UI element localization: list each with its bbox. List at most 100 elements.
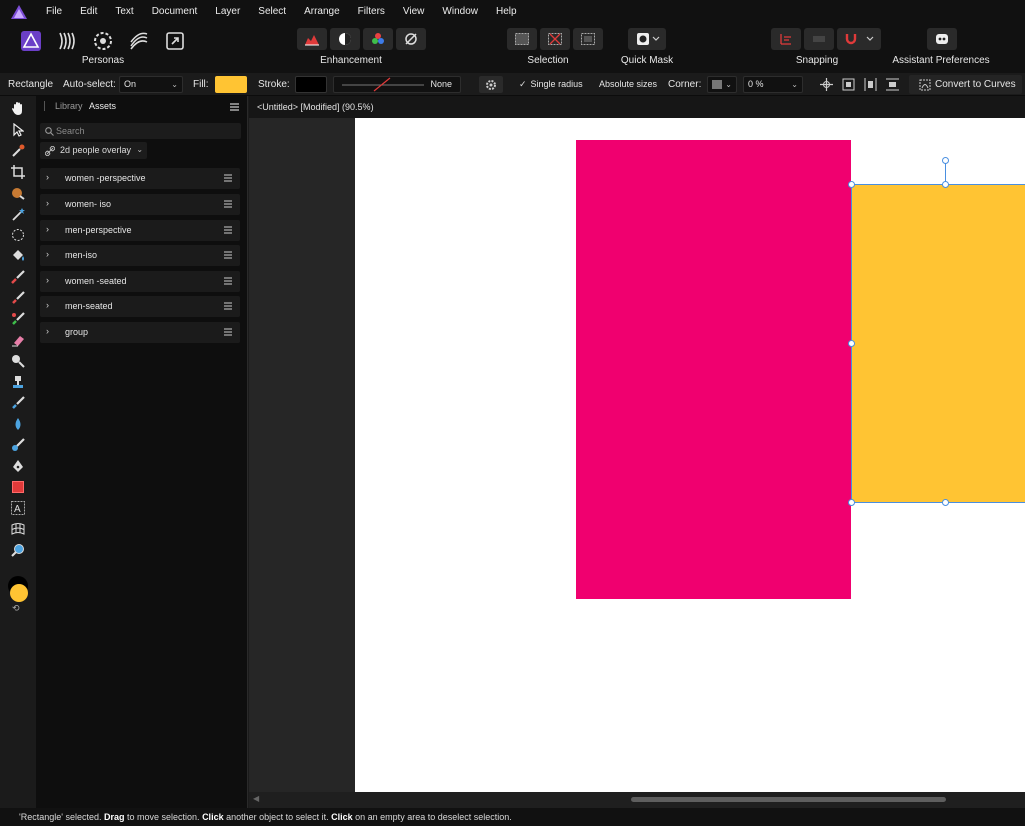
liquify-persona-icon[interactable] [52, 28, 82, 54]
corner-type-dropdown[interactable]: ⌄ [707, 76, 737, 93]
align-center-icon[interactable] [839, 76, 858, 93]
row-menu-icon[interactable] [224, 328, 232, 336]
menu-arrange[interactable]: Arrange [295, 0, 349, 24]
snapping-magnet-icon[interactable] [837, 28, 881, 50]
primary-color-swatch[interactable] [10, 584, 28, 602]
row-menu-icon[interactable] [224, 226, 232, 234]
menu-help[interactable]: Help [487, 0, 526, 24]
distribute-vertical-icon[interactable] [883, 76, 902, 93]
menu-select[interactable]: Select [249, 0, 295, 24]
menu-view[interactable]: View [394, 0, 434, 24]
asset-category-row[interactable]: › women -perspective [40, 168, 240, 189]
scrollbar-thumb[interactable] [631, 797, 946, 802]
row-menu-icon[interactable] [224, 251, 232, 259]
horizontal-scrollbar[interactable]: ◀ [249, 792, 1025, 808]
menu-text[interactable]: Text [106, 0, 142, 24]
asset-category-row[interactable]: › women- iso [40, 194, 240, 215]
view-hand-tool-icon[interactable] [8, 99, 28, 118]
document-canvas[interactable] [355, 118, 1025, 792]
distribute-horizontal-icon[interactable] [861, 76, 880, 93]
resize-handle-top-left[interactable] [848, 181, 855, 188]
asset-category-row[interactable]: › group [40, 322, 240, 343]
fill-color-swatch[interactable] [215, 76, 247, 93]
canvas-pasteboard[interactable] [249, 118, 1025, 792]
move-tool-icon[interactable] [8, 120, 28, 139]
resize-handle-middle-left[interactable] [848, 340, 855, 347]
row-menu-icon[interactable] [224, 302, 232, 310]
menu-edit[interactable]: Edit [71, 0, 106, 24]
resize-handle-bottom-left[interactable] [848, 499, 855, 506]
autoselect-dropdown[interactable]: On ⌄ [119, 76, 183, 93]
dodge-brush-tool-icon[interactable] [8, 351, 28, 370]
smudge-brush-tool-icon[interactable] [8, 435, 28, 454]
transform-origin-icon[interactable] [817, 76, 836, 93]
flood-select-tool-icon[interactable] [8, 204, 28, 223]
mesh-warp-tool-icon[interactable] [8, 519, 28, 538]
color-picker-tool-icon[interactable] [8, 141, 28, 160]
tab-library[interactable]: Library [55, 96, 83, 117]
category-dropdown[interactable]: 2d people overlay ⌄ [40, 142, 148, 159]
selection-brush-tool-icon[interactable] [8, 183, 28, 202]
scroll-left-arrow-icon[interactable]: ◀ [253, 794, 259, 803]
force-pixel-alignment-icon[interactable] [771, 28, 801, 50]
rotation-handle[interactable] [942, 157, 949, 164]
single-radius-toggle[interactable]: ✓ Single radius [519, 73, 583, 96]
deselect-icon[interactable] [540, 28, 570, 50]
convert-to-curves-button[interactable]: Convert to Curves [909, 75, 1022, 94]
search-input[interactable]: Search [40, 123, 241, 139]
resize-handle-top-center[interactable] [942, 181, 949, 188]
yellow-rectangle-shape[interactable] [851, 184, 1025, 503]
auto-contrast-icon[interactable] [330, 28, 360, 50]
erase-brush-tool-icon[interactable] [8, 330, 28, 349]
export-persona-icon[interactable] [160, 28, 190, 54]
paint-brush-tool-icon[interactable] [8, 267, 28, 286]
document-tab[interactable]: <Untitled> [Modified] (90.5%) [249, 96, 1025, 118]
healing-brush-tool-icon[interactable] [8, 393, 28, 412]
row-menu-icon[interactable] [224, 277, 232, 285]
quick-mask-icon[interactable] [628, 28, 666, 50]
tab-assets[interactable]: Assets [89, 96, 116, 117]
blur-brush-tool-icon[interactable] [8, 414, 28, 433]
color-replacement-brush-icon[interactable] [8, 288, 28, 307]
asset-category-row[interactable]: › men-perspective [40, 220, 240, 241]
rectangle-tool-icon[interactable] [8, 477, 28, 496]
menu-filters[interactable]: Filters [349, 0, 394, 24]
resize-handle-bottom-center[interactable] [942, 499, 949, 506]
develop-persona-icon[interactable] [88, 28, 118, 54]
pink-rectangle-shape[interactable] [576, 140, 851, 599]
select-all-icon[interactable] [507, 28, 537, 50]
menu-document[interactable]: Document [143, 0, 207, 24]
clone-brush-tool-icon[interactable] [8, 372, 28, 391]
menu-layer[interactable]: Layer [206, 0, 249, 24]
marquee-tool-icon[interactable] [8, 225, 28, 244]
asset-category-row[interactable]: › men-seated [40, 296, 240, 317]
invert-selection-icon[interactable] [573, 28, 603, 50]
pen-tool-icon[interactable] [8, 456, 28, 475]
panel-grip[interactable] [44, 101, 45, 111]
stroke-style-selector[interactable]: None [333, 76, 461, 93]
row-menu-icon[interactable] [224, 174, 232, 182]
photo-persona-icon[interactable] [16, 28, 46, 54]
crop-tool-icon[interactable] [8, 162, 28, 181]
stroke-settings-gear-icon[interactable] [479, 76, 503, 93]
asset-category-row[interactable]: › men-iso [40, 245, 240, 266]
auto-white-balance-icon[interactable] [396, 28, 426, 50]
swap-colors-icon[interactable]: ⟲ [12, 603, 20, 614]
menu-file[interactable]: File [37, 0, 71, 24]
corner-radius-field[interactable]: 0 % ⌄ [743, 76, 803, 93]
auto-colors-icon[interactable] [363, 28, 393, 50]
menu-window[interactable]: Window [433, 0, 487, 24]
mixer-brush-tool-icon[interactable] [8, 309, 28, 328]
levels-icon[interactable] [297, 28, 327, 50]
panel-menu-icon[interactable] [230, 103, 239, 114]
stroke-color-swatch[interactable] [295, 76, 327, 93]
absolute-sizes-toggle[interactable]: Absolute sizes [599, 73, 657, 96]
tone-mapping-persona-icon[interactable] [124, 28, 154, 54]
move-by-whole-pixels-icon[interactable] [804, 28, 834, 50]
text-tool-icon[interactable]: A [8, 498, 28, 517]
asset-category-row[interactable]: › women -seated [40, 271, 240, 292]
flood-fill-tool-icon[interactable] [8, 246, 28, 265]
affinity-photo-logo-icon[interactable] [9, 3, 29, 21]
row-menu-icon[interactable] [224, 200, 232, 208]
assistant-robot-icon[interactable] [927, 28, 957, 50]
